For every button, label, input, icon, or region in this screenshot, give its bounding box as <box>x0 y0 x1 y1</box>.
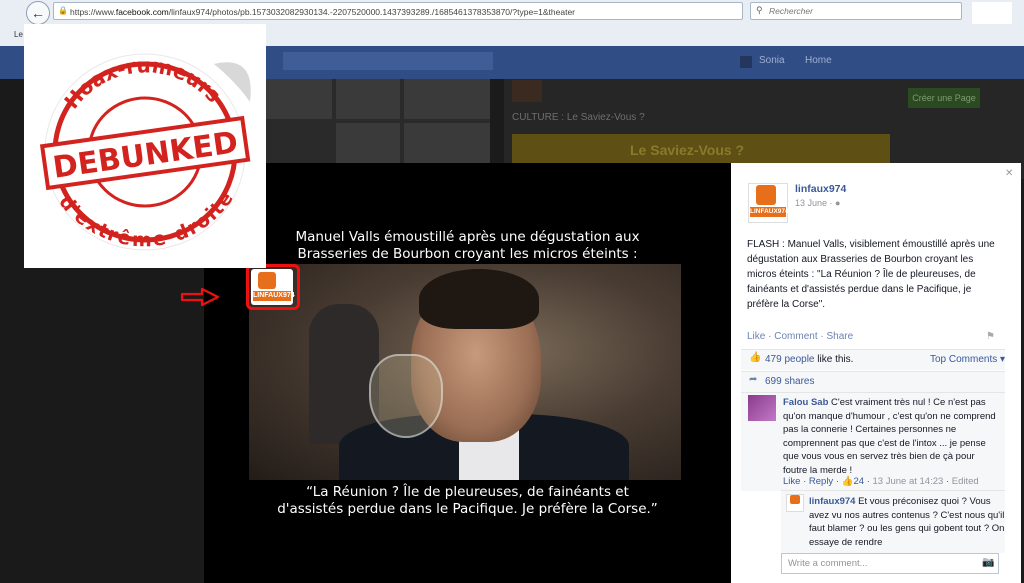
comment-timestamp[interactable]: 13 June at 14:23 <box>873 476 944 487</box>
browser-search-input[interactable]: Rechercher <box>750 2 962 20</box>
url-domain: facebook.com <box>115 7 169 17</box>
toolbar-blank-area <box>972 2 1012 24</box>
photo-quote: “La Réunion ? Île de pleureuses, de fain… <box>204 484 731 518</box>
page-logo-icon <box>756 185 776 205</box>
commenter-avatar[interactable] <box>748 395 776 421</box>
url-suffix: /linfaux974/photos/pb.1573032082930134.-… <box>168 7 575 17</box>
flag-icon[interactable]: ⚑ <box>986 331 995 342</box>
like-link[interactable]: Like <box>747 331 765 342</box>
comment-like-link[interactable]: Like <box>783 476 800 487</box>
headline-line-1: Manuel Valls émoustillé après une dégust… <box>295 229 640 245</box>
reply-author-link[interactable]: linfaux974 <box>809 496 855 507</box>
url-prefix: https://www. <box>70 7 116 17</box>
chevron-down-icon: ▾ <box>1000 354 1006 365</box>
top-comments-label: Top Comments <box>930 354 998 365</box>
comment-actions: Like · Reply · 👍24 · 13 June at 14:23 · … <box>783 476 979 487</box>
dimmed-thumbnail <box>404 79 490 119</box>
dimmed-culture-text: CULTURE : Le Saviez-Vous ? <box>512 112 645 123</box>
page-name-link[interactable]: linfaux974 <box>795 183 846 195</box>
photo-image[interactable] <box>249 264 681 480</box>
reply-avatar-logo <box>790 495 800 504</box>
post-actions: Like · Comment · Share <box>747 331 854 342</box>
annotation-arrow-icon <box>180 287 220 307</box>
share-icon: ➦ <box>749 374 758 385</box>
write-comment-input[interactable]: Write a comment... <box>781 553 999 574</box>
comment-edited-label[interactable]: Edited <box>952 476 979 487</box>
annotation-highlight-box <box>246 264 300 310</box>
dimmed-thumbnail <box>336 123 400 163</box>
comment-author-link[interactable]: Falou Sab <box>783 397 828 408</box>
address-bar[interactable]: https://www.facebook.com/linfaux974/phot… <box>53 2 743 20</box>
dimmed-banner-text: Le Saviez-Vous ? <box>630 142 745 158</box>
headline-line-2: Brasseries de Bourbon croyant les micros… <box>297 246 638 262</box>
header-home-link[interactable]: Home <box>805 55 832 66</box>
dimmed-photo-grid <box>266 79 490 163</box>
dimmed-thumbnail <box>336 79 400 119</box>
reply-body: linfaux974 Et vous préconisez quoi ? Vou… <box>809 495 1005 549</box>
post-text: FLASH : Manuel Valls, visiblement émoust… <box>747 239 995 310</box>
search-icon: ⚲ <box>756 5 763 15</box>
comment-likes-icon: 👍 <box>841 476 854 487</box>
thumbs-up-icon: 👍 <box>749 352 762 363</box>
globe-icon: ● <box>835 198 841 208</box>
likes-summary: 479 people like this. <box>765 354 853 365</box>
comment-body: Falou Sab C'est vraiment très nul ! Ce n… <box>783 396 1001 478</box>
shares-count-link[interactable]: 699 shares <box>765 376 814 387</box>
share-link[interactable]: Share <box>827 331 854 342</box>
photo-background-person <box>309 304 379 444</box>
quote-line-1: “La Réunion ? Île de pleureuses, de fain… <box>306 484 629 500</box>
dimmed-page-logo <box>512 80 542 102</box>
photo-headline: Manuel Valls émoustillé après une dégust… <box>204 229 731 263</box>
likes-count-link[interactable]: 479 people <box>765 354 815 365</box>
post-date[interactable]: 13 June · ● <box>795 198 840 208</box>
comment-link[interactable]: Comment <box>774 331 817 342</box>
top-comments-dropdown[interactable]: Top Comments ▾ <box>930 354 1005 365</box>
bookmark-item[interactable]: Le <box>0 30 23 39</box>
lock-icon: 🔒 <box>58 6 68 15</box>
back-button[interactable]: ← <box>26 1 50 25</box>
dimmed-thumbnail <box>266 79 332 119</box>
dimmed-thumbnail <box>404 123 490 163</box>
header-user-name[interactable]: Sonia <box>759 55 785 66</box>
wine-glass <box>369 354 443 438</box>
user-avatar[interactable] <box>740 56 752 68</box>
likes-suffix: like this. <box>817 354 854 365</box>
close-icon[interactable]: ✕ <box>1005 168 1013 179</box>
create-page-button[interactable]: Créer une Page <box>908 88 980 108</box>
comment-reply-link[interactable]: Reply <box>809 476 833 487</box>
photo-hair <box>419 269 539 329</box>
facebook-search-input[interactable] <box>283 52 493 70</box>
page-logo-text: LINFAUX974 <box>750 207 789 217</box>
post-date-text: 13 June <box>795 198 828 208</box>
debunked-stamp: Hoax-rumeurs d'extrême-droite DEBUNKED <box>39 53 251 251</box>
camera-icon[interactable]: 📷 <box>982 557 994 568</box>
comment-likes-count[interactable]: 24 <box>853 476 864 487</box>
comment-text: C'est vraiment très nul ! Ce n'est pas q… <box>783 397 996 476</box>
quote-line-2: d'assistés perdue dans le Pacifique. Je … <box>277 501 658 517</box>
